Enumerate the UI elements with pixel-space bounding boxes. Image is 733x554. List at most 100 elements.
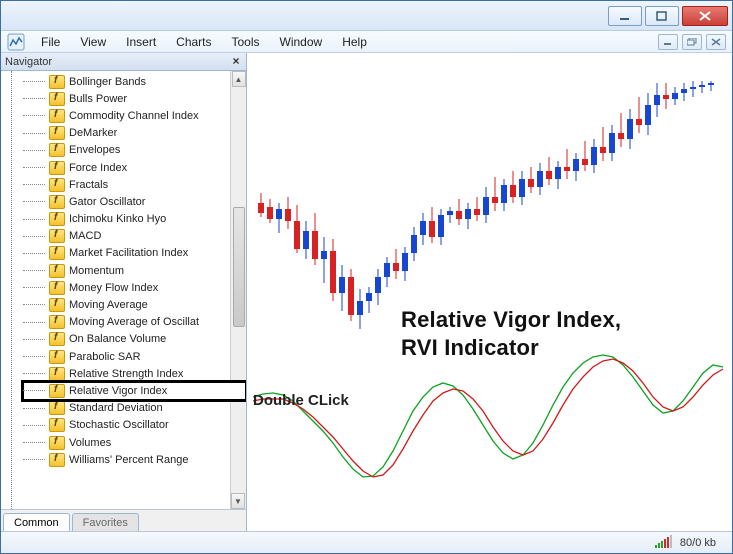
navigator-title-text: Navigator: [5, 56, 52, 68]
menu-tools[interactable]: Tools: [222, 33, 270, 51]
maximize-icon: [656, 11, 668, 21]
menu-help[interactable]: Help: [332, 33, 377, 51]
indicator-label: Relative Strength Index: [69, 368, 183, 380]
indicator-item[interactable]: Ichimoku Kinko Hyo: [23, 211, 246, 228]
indicator-item[interactable]: Standard Deviation: [23, 400, 246, 417]
indicator-label: Momentum: [69, 265, 124, 277]
indicator-icon: [49, 332, 65, 346]
mdi-restore-button[interactable]: [682, 34, 702, 50]
indicator-label: Market Facilitation Index: [69, 247, 188, 259]
indicator-label: Williams' Percent Range: [69, 454, 188, 466]
indicator-label: Stochastic Oscillator: [69, 419, 169, 431]
connection-status: 80/0 kb: [680, 537, 732, 549]
indicator-icon: [49, 453, 65, 467]
indicator-item[interactable]: Williams' Percent Range: [23, 451, 246, 468]
window-close-button[interactable]: [682, 6, 728, 26]
indicator-item[interactable]: Parabolic SAR: [23, 348, 246, 365]
indicator-item[interactable]: On Balance Volume: [23, 331, 246, 348]
chart-area[interactable]: Double CLick Relative Vigor Index, RVI I…: [247, 53, 732, 531]
restore-icon: [687, 38, 697, 46]
indicator-icon: [49, 298, 65, 312]
navigator-scrollbar[interactable]: ▲ ▼: [230, 71, 246, 509]
annotation-title: Relative Vigor Index, RVI Indicator: [401, 306, 621, 361]
indicator-icon: [49, 315, 65, 329]
indicator-label: Envelopes: [69, 144, 120, 156]
indicator-item[interactable]: Envelopes: [23, 142, 246, 159]
menubar: FileViewInsertChartsToolsWindowHelp: [1, 31, 732, 53]
tab-favorites[interactable]: Favorites: [72, 513, 139, 531]
indicator-item[interactable]: Relative Strength Index: [23, 365, 246, 382]
indicator-label: Ichimoku Kinko Hyo: [69, 213, 166, 225]
indicator-label: Volumes: [69, 437, 111, 449]
indicator-item[interactable]: Bulls Power: [23, 90, 246, 107]
app-icon: [7, 33, 25, 51]
indicator-label: Force Index: [69, 162, 127, 174]
indicator-icon: [49, 75, 65, 89]
indicator-icon: [49, 264, 65, 278]
indicator-label: Commodity Channel Index: [69, 110, 199, 122]
navigator-close-button[interactable]: ×: [228, 53, 244, 69]
close-icon: [698, 11, 712, 21]
mdi-close-button[interactable]: [706, 34, 726, 50]
navigator-tree: Bollinger Bands Bulls Power Commodity Chan…: [1, 71, 246, 509]
indicator-icon: [49, 281, 65, 295]
chart-canvas: [247, 53, 732, 531]
indicator-label: Moving Average: [69, 299, 148, 311]
indicator-item[interactable]: Stochastic Oscillator: [23, 417, 246, 434]
navigator-title: Navigator ×: [1, 53, 246, 71]
indicator-icon: [49, 367, 65, 381]
indicator-item[interactable]: MACD: [23, 228, 246, 245]
indicator-icon: [49, 384, 65, 398]
indicator-item[interactable]: Momentum: [23, 262, 246, 279]
indicator-item[interactable]: Market Facilitation Index: [23, 245, 246, 262]
indicator-item[interactable]: Commodity Channel Index: [23, 107, 246, 124]
window-minimize-button[interactable]: [608, 6, 642, 26]
statusbar: 80/0 kb: [1, 531, 732, 553]
menu-insert[interactable]: Insert: [116, 33, 166, 51]
indicator-icon: [49, 178, 65, 192]
indicator-icon: [49, 229, 65, 243]
scroll-down-button[interactable]: ▼: [231, 493, 245, 509]
indicator-item[interactable]: Gator Oscillator: [23, 193, 246, 210]
minimize-icon: [619, 11, 631, 21]
menu-file[interactable]: File: [31, 33, 70, 51]
indicator-item[interactable]: Moving Average: [23, 296, 246, 313]
menu-window[interactable]: Window: [270, 33, 333, 51]
indicator-icon: [49, 350, 65, 364]
indicator-label: DeMarker: [69, 127, 117, 139]
scroll-thumb[interactable]: [233, 207, 245, 327]
indicator-item[interactable]: DeMarker: [23, 125, 246, 142]
indicator-icon: [49, 161, 65, 175]
window-maximize-button[interactable]: [645, 6, 679, 26]
minimize-icon: [663, 38, 673, 46]
indicator-icon: [49, 436, 65, 450]
indicator-icon: [49, 212, 65, 226]
tab-common[interactable]: Common: [3, 513, 70, 531]
indicator-label: Money Flow Index: [69, 282, 158, 294]
indicator-label: Bulls Power: [69, 93, 127, 105]
indicator-label: Standard Deviation: [69, 402, 163, 414]
indicator-icon: [49, 401, 65, 415]
titlebar: [1, 1, 732, 31]
indicator-item[interactable]: Moving Average of Oscillat: [23, 314, 246, 331]
indicator-icon: [49, 109, 65, 123]
indicator-icon: [49, 126, 65, 140]
indicator-label: Parabolic SAR: [69, 351, 141, 363]
menu-charts[interactable]: Charts: [166, 33, 221, 51]
indicator-icon: [49, 195, 65, 209]
annotation-double-click: Double CLick: [253, 392, 349, 409]
scroll-up-button[interactable]: ▲: [232, 71, 246, 87]
indicator-label: Relative Vigor Index: [69, 385, 167, 397]
indicator-item[interactable]: Fractals: [23, 176, 246, 193]
signal-bars-icon: [655, 535, 672, 550]
indicator-item[interactable]: Volumes: [23, 434, 246, 451]
indicator-item[interactable]: Relative Vigor Index: [23, 382, 246, 399]
navigator-panel: Navigator × Bollinger Bands Bulls Power Co…: [1, 53, 247, 531]
indicator-item[interactable]: Bollinger Bands: [23, 73, 246, 90]
indicator-item[interactable]: Money Flow Index: [23, 279, 246, 296]
menu-view[interactable]: View: [70, 33, 116, 51]
mdi-minimize-button[interactable]: [658, 34, 678, 50]
indicator-label: Bollinger Bands: [69, 76, 146, 88]
indicator-item[interactable]: Force Index: [23, 159, 246, 176]
indicator-label: Moving Average of Oscillat: [69, 316, 199, 328]
